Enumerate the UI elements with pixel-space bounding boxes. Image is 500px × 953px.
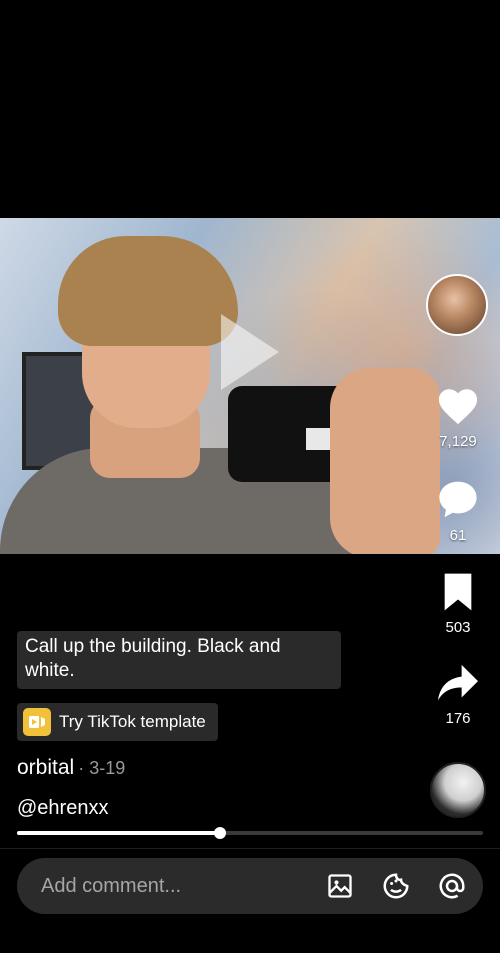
try-template-button[interactable]: Try TikTok template	[17, 703, 218, 741]
progress-handle[interactable]	[213, 827, 226, 839]
progress-fill	[17, 831, 220, 835]
mention-at-icon[interactable]	[437, 871, 467, 901]
comment-bubble-icon	[439, 481, 477, 518]
image-icon[interactable]	[325, 871, 355, 901]
sound-disc[interactable]	[430, 762, 486, 818]
save-button[interactable]: 503	[428, 572, 488, 636]
divider	[0, 848, 500, 849]
template-icon	[23, 708, 51, 736]
comment-placeholder[interactable]: Add comment...	[41, 875, 299, 898]
save-count: 503	[445, 619, 471, 636]
like-button[interactable]: 7,129	[428, 386, 488, 450]
video-caption: Call up the building. Black and white.	[17, 631, 341, 689]
template-label: Try TikTok template	[59, 712, 206, 731]
share-count: 176	[445, 710, 471, 727]
comment-count: 61	[449, 527, 467, 544]
progress-bar[interactable]	[17, 827, 483, 839]
share-button[interactable]: 176	[428, 663, 488, 727]
comment-input[interactable]: Add comment...	[17, 858, 483, 914]
emoji-icon[interactable]	[381, 871, 411, 901]
hand	[330, 368, 440, 554]
share-arrow-icon	[438, 664, 478, 701]
mentioned-user[interactable]: @ehrenxx	[17, 797, 108, 820]
heart-icon	[438, 389, 478, 425]
bookmark-icon	[444, 573, 472, 611]
like-count: 7,129	[439, 433, 477, 450]
author-line: orbital · 3-19	[17, 756, 125, 780]
creator-avatar[interactable]	[426, 274, 488, 336]
comment-button[interactable]: 61	[428, 478, 488, 544]
post-date: · 3-19	[78, 758, 126, 778]
author-name[interactable]: orbital	[17, 756, 74, 779]
play-icon[interactable]	[221, 314, 279, 390]
